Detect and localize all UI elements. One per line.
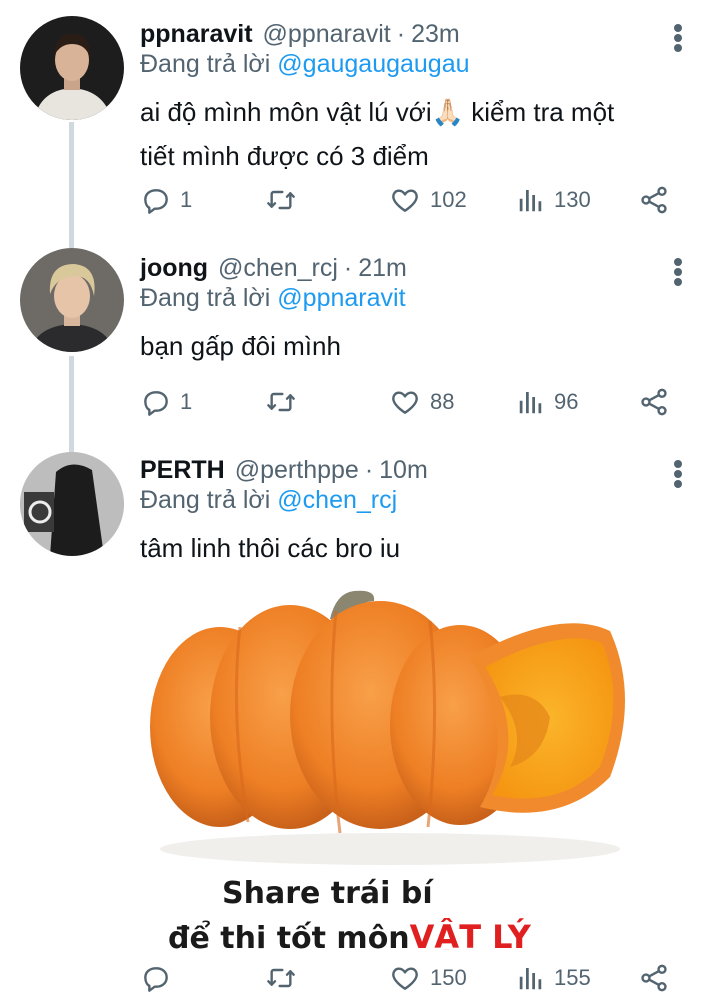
- reply-to-link[interactable]: @gaugaugaugau: [277, 50, 469, 78]
- retweet-icon: [267, 392, 295, 412]
- media-caption-text: để thi tốt môn: [168, 921, 410, 950]
- views-count: 130: [554, 187, 591, 212]
- reply-icon: [144, 189, 168, 214]
- tweet-header: PERTH @perthppe · 10m: [140, 450, 428, 490]
- display-name[interactable]: PERTH: [140, 456, 225, 485]
- reply-count: 1: [180, 389, 193, 414]
- avatar[interactable]: [20, 248, 124, 352]
- reply-context: Đang trả lời @gaugaugaugau: [140, 50, 470, 79]
- tweet-ppnaravit[interactable]: ppnaravit @ppnaravit · 23m Đang trả lời …: [0, 14, 720, 224]
- views-button[interactable]: 96: [516, 382, 578, 422]
- separator: ·: [343, 253, 353, 282]
- timestamp[interactable]: 10m: [379, 456, 428, 485]
- share-button[interactable]: [638, 382, 670, 422]
- like-count: 150: [430, 965, 467, 990]
- tweet-joong[interactable]: joong @chen_rcj · 21m Đang trả lời @ppna…: [0, 248, 720, 438]
- retweet-button[interactable]: [264, 180, 306, 220]
- views-count: 96: [554, 389, 579, 414]
- views-button[interactable]: 130: [516, 180, 591, 220]
- retweet-button[interactable]: [264, 382, 306, 422]
- tweet-text-line: tiết mình được có 3 điểm: [140, 141, 429, 171]
- user-handle[interactable]: @chen_rcj: [218, 254, 338, 283]
- like-icon: [392, 189, 418, 212]
- action-bar: 1 102 130: [140, 180, 680, 220]
- like-button[interactable]: 88: [388, 382, 454, 422]
- retweet-icon: [267, 968, 295, 988]
- views-icon: [519, 392, 542, 414]
- tweet-text-line: tâm linh thôi các bro iu: [140, 533, 401, 563]
- avatar-image: [20, 248, 124, 352]
- reply-button[interactable]: [140, 958, 180, 998]
- share-icon: [641, 964, 667, 992]
- separator: ·: [364, 455, 374, 484]
- tweet-header: ppnaravit @ppnaravit · 23m: [140, 14, 460, 54]
- views-button[interactable]: 155: [516, 958, 591, 998]
- reply-to-link[interactable]: @chen_rcj: [277, 486, 397, 514]
- action-bar: 150 155: [140, 958, 680, 998]
- tweet-text: bạn gấp đôi mình: [140, 324, 680, 368]
- share-button[interactable]: [638, 180, 670, 220]
- share-icon: [641, 186, 667, 214]
- reply-context: Đang trả lời @ppnaravit: [140, 284, 406, 313]
- reply-context: Đang trả lời @chen_rcj: [140, 486, 397, 515]
- more-icon[interactable]: [664, 452, 692, 492]
- retweet-icon: [267, 190, 295, 210]
- tweet-text-line: ai độ mình môn vật lú với🙏🏻 kiểm tra một: [140, 97, 615, 127]
- user-handle[interactable]: @perthppe: [235, 456, 359, 485]
- display-name[interactable]: joong: [140, 254, 208, 283]
- share-button[interactable]: [638, 958, 670, 998]
- more-icon[interactable]: [664, 16, 692, 56]
- reply-prefix: Đang trả lời: [140, 284, 271, 312]
- views-count: 155: [554, 965, 591, 990]
- share-icon: [641, 388, 667, 416]
- avatar[interactable]: [20, 16, 124, 120]
- avatar-image: [20, 16, 124, 120]
- action-bar: 1 88 96: [140, 382, 680, 422]
- reply-prefix: Đang trả lời: [140, 50, 271, 78]
- reply-to-link[interactable]: @ppnaravit: [277, 284, 405, 312]
- tweet-text-line: bạn gấp đôi mình: [140, 331, 341, 361]
- like-button[interactable]: 150: [388, 958, 467, 998]
- avatar[interactable]: [20, 452, 124, 556]
- more-icon[interactable]: [664, 250, 692, 290]
- tweet-text: ai độ mình môn vật lú với🙏🏻 kiểm tra một…: [140, 90, 680, 178]
- user-handle[interactable]: @ppnaravit: [263, 20, 391, 49]
- tweet-header: joong @chen_rcj · 21m: [140, 248, 407, 288]
- views-icon: [519, 190, 542, 212]
- views-icon: [519, 968, 542, 990]
- retweet-button[interactable]: [264, 958, 306, 998]
- media-caption-line: Share trái bí: [222, 876, 433, 911]
- media-caption-highlight: VẬT LÝ: [409, 918, 531, 950]
- reply-prefix: Đang trả lời: [140, 486, 271, 514]
- reply-icon: [144, 391, 168, 416]
- reply-count: 1: [180, 187, 193, 212]
- like-icon: [392, 967, 418, 990]
- reply-icon: [144, 967, 168, 992]
- timestamp[interactable]: 21m: [358, 254, 407, 283]
- tweet-text: tâm linh thôi các bro iu: [140, 526, 680, 570]
- like-count: 102: [430, 187, 467, 212]
- separator: ·: [396, 19, 406, 48]
- media-caption-line: để thi tốt mônVẬT LÝ: [168, 918, 531, 950]
- display-name[interactable]: ppnaravit: [140, 20, 253, 49]
- like-count: 88: [430, 389, 455, 414]
- reply-button[interactable]: 1: [140, 180, 192, 220]
- reply-button[interactable]: 1: [140, 382, 192, 422]
- timestamp[interactable]: 23m: [411, 20, 460, 49]
- avatar-image: [20, 452, 124, 556]
- like-icon: [392, 391, 418, 414]
- like-button[interactable]: 102: [388, 180, 467, 220]
